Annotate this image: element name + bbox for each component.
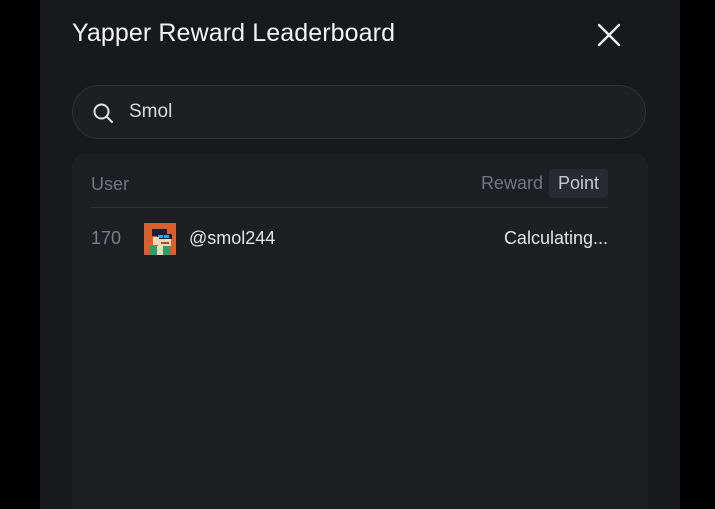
modal-title: Yapper Reward Leaderboard	[72, 19, 396, 47]
search-input[interactable]	[129, 86, 629, 138]
row-handle[interactable]: @smol244	[189, 228, 275, 249]
table-row[interactable]: 170 @smol244 Calculating...	[91, 220, 608, 256]
row-rank: 170	[91, 228, 122, 248]
search-icon	[93, 103, 113, 123]
leaderboard-table: User Reward Point 170 @smol244 Calculati…	[72, 154, 648, 509]
search-box[interactable]	[72, 85, 646, 139]
avatar	[144, 223, 176, 255]
close-icon	[597, 23, 621, 47]
column-header-user: User	[91, 174, 130, 194]
toggle-reward[interactable]: Reward	[481, 173, 549, 194]
avatar-image	[144, 223, 176, 255]
row-value: Calculating...	[503, 228, 608, 248]
metric-toggle: Reward Point	[481, 169, 608, 198]
table-header: User Reward Point	[91, 168, 608, 208]
toggle-point[interactable]: Point	[548, 169, 608, 198]
leaderboard-modal: Yapper Reward Leaderboard User Reward Po…	[40, 0, 680, 509]
close-button[interactable]	[592, 18, 626, 52]
